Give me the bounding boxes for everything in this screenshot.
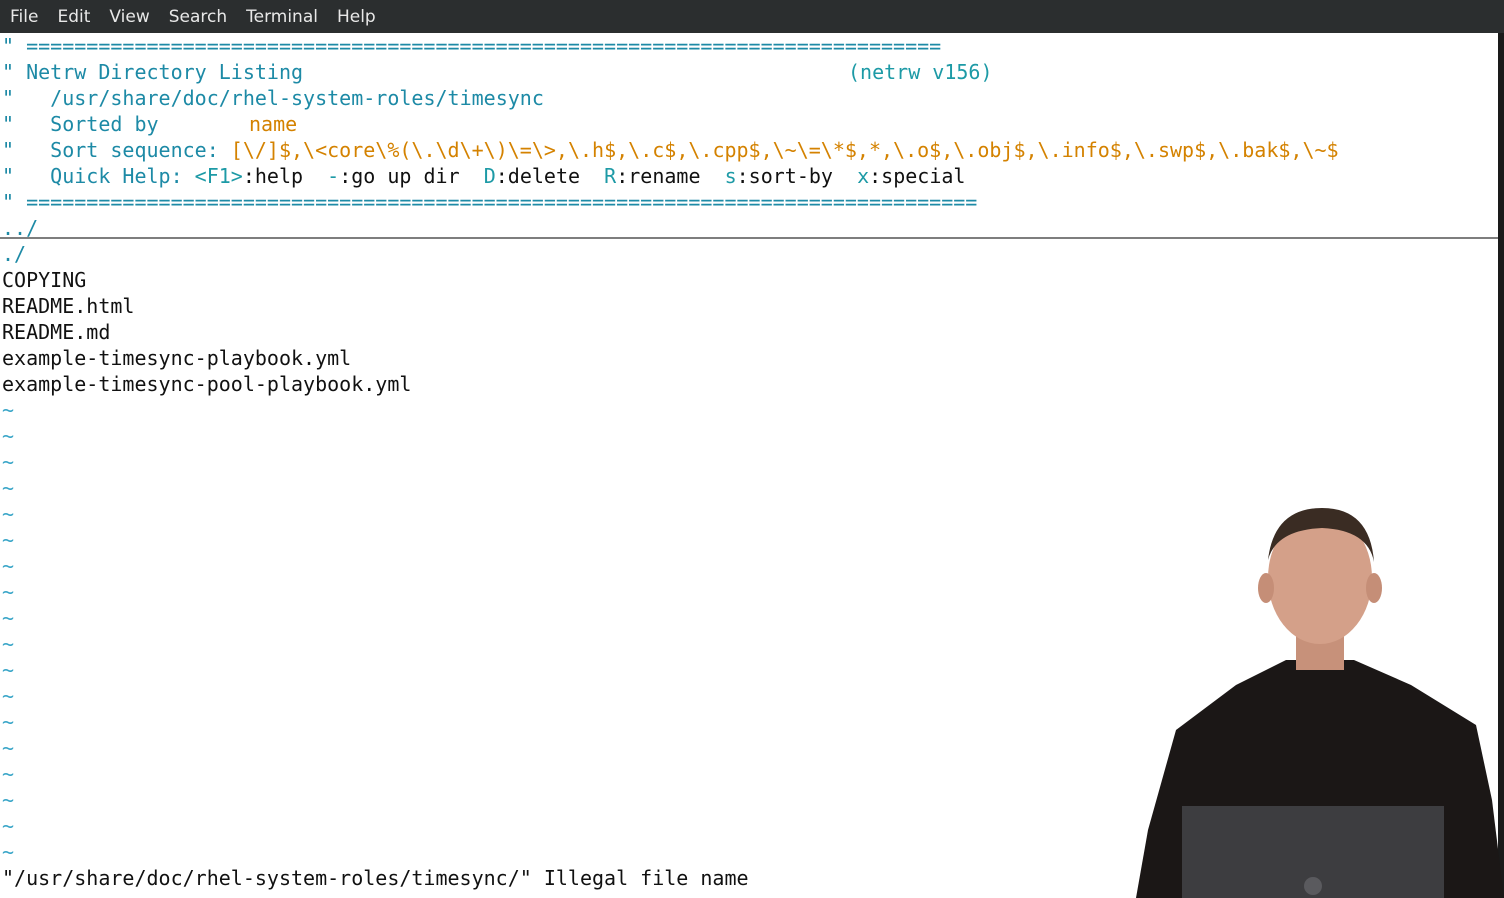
entry-file-timesync-playbook[interactable]: example-timesync-playbook.yml bbox=[2, 345, 351, 371]
help-action-delete: :delete bbox=[495, 164, 581, 188]
quick-help-label: Quick Help: bbox=[50, 164, 183, 188]
entry-file-timesync-pool-playbook[interactable]: example-timesync-pool-playbook.yml bbox=[2, 371, 411, 397]
empty-line-tilde: ~ bbox=[2, 528, 15, 552]
empty-line-tilde: ~ bbox=[2, 840, 15, 864]
banner-sorted-line: " Sorted by bbox=[2, 111, 159, 137]
banner-path-line: " /usr/share/doc/rhel-system-roles/times… bbox=[2, 85, 544, 111]
empty-line-tilde: ~ bbox=[2, 398, 15, 422]
empty-line-tilde: ~ bbox=[2, 554, 15, 578]
menu-terminal[interactable]: Terminal bbox=[236, 7, 327, 27]
command-line-message: "/usr/share/doc/rhel-system-roles/timesy… bbox=[2, 866, 749, 890]
empty-line-tilde: ~ bbox=[2, 736, 15, 760]
sort-sequence-value: [\/]$,\<core\%(\.\d\+\)\=\>,\.h$,\.c$,\.… bbox=[230, 138, 1339, 162]
empty-line-tilde: ~ bbox=[2, 580, 15, 604]
current-directory-path: /usr/share/doc/rhel-system-roles/timesyn… bbox=[50, 86, 544, 110]
empty-line-tilde: ~ bbox=[2, 814, 15, 838]
banner-rule-bottom: " ======================================… bbox=[2, 190, 978, 214]
banner-quickhelp-line: " Quick Help: <F1>:help -:go up dir D:de… bbox=[2, 163, 965, 189]
menu-bar: File Edit View Search Terminal Help bbox=[0, 0, 1504, 33]
menu-file[interactable]: File bbox=[0, 7, 47, 27]
help-action-rename: :rename bbox=[616, 164, 701, 188]
banner-title: Netrw Directory Listing bbox=[26, 60, 304, 84]
sorted-by-value: name bbox=[249, 112, 298, 136]
empty-line-tilde: ~ bbox=[2, 762, 15, 786]
empty-line-tilde: ~ bbox=[2, 632, 15, 656]
presenter-video-overlay bbox=[1136, 508, 1504, 898]
menu-search[interactable]: Search bbox=[159, 7, 236, 27]
menu-help[interactable]: Help bbox=[327, 7, 385, 27]
entry-file-readme-md[interactable]: README.md bbox=[2, 319, 110, 345]
empty-line-tilde: ~ bbox=[2, 606, 15, 630]
sort-sequence-label: Sort sequence: bbox=[50, 138, 219, 162]
help-key-delete: D bbox=[483, 164, 496, 188]
empty-line-tilde: ~ bbox=[2, 658, 15, 682]
help-key-updir: - bbox=[327, 164, 340, 188]
menu-edit[interactable]: Edit bbox=[47, 7, 99, 27]
empty-line-tilde: ~ bbox=[2, 710, 15, 734]
comment-quote: " bbox=[2, 60, 27, 84]
comment-quote: " bbox=[2, 112, 51, 136]
help-action-sortby: :sort-by bbox=[736, 164, 833, 188]
empty-line-tilde: ~ bbox=[2, 476, 15, 500]
help-action-special: :special bbox=[869, 164, 966, 188]
sorted-by-label: Sorted by bbox=[50, 112, 159, 136]
empty-line-tilde: ~ bbox=[2, 684, 15, 708]
empty-line-tilde: ~ bbox=[2, 788, 15, 812]
comment-quote: " bbox=[2, 138, 51, 162]
entry-file-copying[interactable]: COPYING bbox=[2, 267, 86, 293]
comment-quote: " bbox=[2, 86, 51, 110]
help-key-f1: <F1> bbox=[194, 164, 243, 188]
help-action-updir: :go up dir bbox=[339, 164, 460, 188]
banner-rule-top: " ======================================… bbox=[2, 34, 942, 58]
help-key-rename: R bbox=[604, 164, 617, 188]
banner-sortseq-line: " Sort sequence: [\/]$,\<core\%(\.\d\+\)… bbox=[2, 137, 1339, 163]
comment-quote: " bbox=[2, 164, 51, 188]
empty-line-tilde: ~ bbox=[2, 502, 15, 526]
empty-line-tilde: ~ bbox=[2, 424, 15, 448]
help-key-sortby: s bbox=[724, 164, 737, 188]
empty-line-tilde: ~ bbox=[2, 450, 15, 474]
entry-current-dir[interactable]: ./ bbox=[2, 241, 26, 267]
cursorline-underline bbox=[0, 237, 1498, 239]
netrw-version: (netrw v156) bbox=[848, 60, 993, 84]
help-action-help: :help bbox=[242, 164, 304, 188]
menu-view[interactable]: View bbox=[99, 7, 158, 27]
banner-title-line: " Netrw Directory Listing bbox=[2, 59, 303, 85]
help-key-special: x bbox=[857, 164, 870, 188]
entry-file-readme-html[interactable]: README.html bbox=[2, 293, 134, 319]
